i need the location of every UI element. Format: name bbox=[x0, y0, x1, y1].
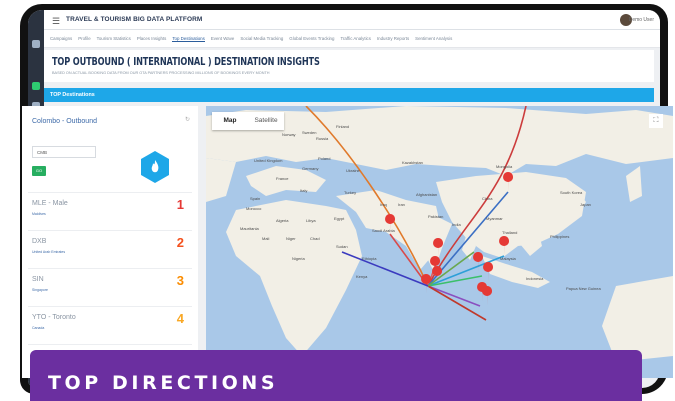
map-label: Norway bbox=[282, 132, 296, 137]
destination-name: MLE - Male bbox=[32, 200, 68, 207]
map-label: Nigeria bbox=[292, 256, 305, 261]
map-label: South Korea bbox=[560, 190, 583, 195]
map-label: Finland bbox=[336, 124, 350, 129]
tab-event-wave[interactable]: Event Wave bbox=[211, 36, 235, 41]
destination-rank: 3 bbox=[176, 273, 184, 288]
map-label: United Kingdom bbox=[254, 158, 283, 163]
map-label: Mongolia bbox=[496, 164, 513, 169]
page-title: TOP OUTBOUND ( INTERNATIONAL ) DESTINATI… bbox=[52, 56, 320, 68]
tab-sentiment-analysis[interactable]: Sentiment Analysis bbox=[415, 36, 452, 41]
map-label: Spain bbox=[250, 196, 261, 201]
tab-campaigns[interactable]: Campaigns bbox=[50, 36, 72, 41]
map-label: Kenya bbox=[356, 274, 368, 279]
menu-icon[interactable]: ☰ bbox=[52, 16, 60, 27]
map-label: Italy bbox=[300, 188, 308, 193]
destination-country: Maldives bbox=[32, 212, 46, 216]
destination-name: YTO - Toronto bbox=[32, 314, 76, 321]
home-icon[interactable] bbox=[32, 40, 40, 48]
destination-country: United Arab Emirates bbox=[32, 250, 66, 254]
refresh-icon[interactable]: ↻ bbox=[185, 116, 190, 123]
destinations-panel: Colombo - Outbound ↻ CMB GO MLE - Male Ma… bbox=[22, 106, 198, 378]
map-label: Papua New Guinea bbox=[566, 286, 601, 291]
map-label: Egypt bbox=[334, 216, 345, 221]
tab-places-insights[interactable]: Places Insights bbox=[137, 36, 167, 41]
destination-rank: 2 bbox=[176, 235, 184, 250]
world-map[interactable]: Map Satellite ⛶ Russia Kazakhstan Mongolia… bbox=[206, 106, 673, 378]
map-label: Kazakhstan bbox=[402, 160, 423, 165]
tab-global-events-tracking[interactable]: Global Events Tracking bbox=[289, 36, 334, 41]
section-bar: TOP Destinations bbox=[44, 88, 654, 102]
device-frame: ☰ TRAVEL & TOURISM BIG DATA PLATFORM Dem… bbox=[0, 0, 675, 401]
tab-profile[interactable]: Profile bbox=[78, 36, 90, 41]
map-label: Saudi Arabia bbox=[372, 228, 395, 233]
tab-traffic-analytics[interactable]: Traffic Analytics bbox=[340, 36, 371, 41]
destination-row[interactable]: YTO - Toronto Canada 4 bbox=[28, 306, 192, 338]
banner-title: TOP DIRECTIONS bbox=[48, 372, 279, 394]
destination-row[interactable]: DXB United Arab Emirates 2 bbox=[28, 230, 192, 262]
map-label: Germany bbox=[302, 166, 319, 171]
map-label: Malaysia bbox=[500, 256, 516, 261]
map-label: Mauritania bbox=[240, 226, 259, 231]
map-label: Indonesia bbox=[526, 276, 544, 281]
fire-icon bbox=[140, 150, 170, 184]
map-label: Niger bbox=[286, 236, 296, 241]
map-label: Libya bbox=[306, 218, 316, 223]
caption-banner: TOP DIRECTIONS bbox=[30, 350, 642, 401]
destination-row[interactable]: MLE - Male Maldives 1 bbox=[28, 192, 192, 224]
origin-input[interactable]: CMB bbox=[32, 146, 96, 158]
tab-map[interactable]: Map bbox=[212, 112, 248, 130]
tab-industry-reports[interactable]: Industry Reports bbox=[377, 36, 409, 41]
top-bar: ☰ TRAVEL & TOURISM BIG DATA PLATFORM Dem… bbox=[44, 10, 660, 30]
map-label: Sudan bbox=[336, 244, 348, 249]
tab-social-media-tracking[interactable]: Social Media Tracking bbox=[240, 36, 283, 41]
map-label: France bbox=[276, 176, 289, 181]
fullscreen-icon[interactable]: ⛶ bbox=[649, 114, 663, 128]
app-title: TRAVEL & TOURISM BIG DATA PLATFORM bbox=[66, 16, 203, 23]
destination-row[interactable]: SIN Singapore 3 bbox=[28, 268, 192, 300]
page-subtitle: BASED ON ACTUAL BOOKING DATA FROM OUR OT… bbox=[52, 71, 270, 75]
map-label: Morocco bbox=[246, 206, 262, 211]
map-label: China bbox=[482, 196, 493, 201]
user-name[interactable]: Demo User bbox=[629, 17, 654, 23]
page-header: TOP OUTBOUND ( INTERNATIONAL ) DESTINATI… bbox=[44, 50, 654, 82]
destination-country: Canada bbox=[32, 326, 45, 330]
tab-satellite[interactable]: Satellite bbox=[248, 112, 284, 130]
map-label: Turkey bbox=[344, 190, 357, 195]
map-label: Myanmar bbox=[486, 216, 503, 221]
map-label: Afghanistan bbox=[416, 192, 438, 197]
nav-tabs: Campaigns Profile Tourism Statistics Places… bbox=[44, 30, 660, 48]
map-label: Mali bbox=[262, 236, 270, 241]
map-label: Sweden bbox=[302, 130, 317, 135]
destination-rank: 1 bbox=[176, 197, 184, 212]
destination-name: DXB bbox=[32, 238, 47, 245]
map-label: Russia bbox=[316, 136, 329, 141]
map-label: Japan bbox=[580, 202, 591, 207]
destination-country: Singapore bbox=[32, 288, 48, 292]
map-label: Algeria bbox=[276, 218, 289, 223]
map-type-toggle: Map Satellite bbox=[212, 112, 284, 130]
map-label: Poland bbox=[318, 156, 331, 161]
map-label: Pakistan bbox=[428, 214, 444, 219]
map-label: Chad bbox=[310, 236, 320, 241]
dashboard-icon[interactable] bbox=[32, 82, 40, 90]
destination-name: SIN bbox=[32, 276, 44, 283]
map-label: Ukraine bbox=[346, 168, 360, 173]
tab-tourism-statistics[interactable]: Tourism Statistics bbox=[97, 36, 131, 41]
go-button[interactable]: GO bbox=[32, 166, 46, 176]
map-label: Iraq bbox=[380, 202, 387, 207]
map-label: Ethiopia bbox=[362, 256, 377, 261]
destination-rank: 4 bbox=[176, 311, 184, 326]
map-label: Thailand bbox=[502, 230, 518, 235]
map-label: India bbox=[452, 222, 461, 227]
panel-title: Colombo - Outbound bbox=[32, 118, 97, 125]
tab-top-destinations[interactable]: Top Destinations bbox=[172, 36, 205, 42]
map-label: Philippines bbox=[550, 234, 570, 239]
map-label: Iran bbox=[398, 202, 405, 207]
